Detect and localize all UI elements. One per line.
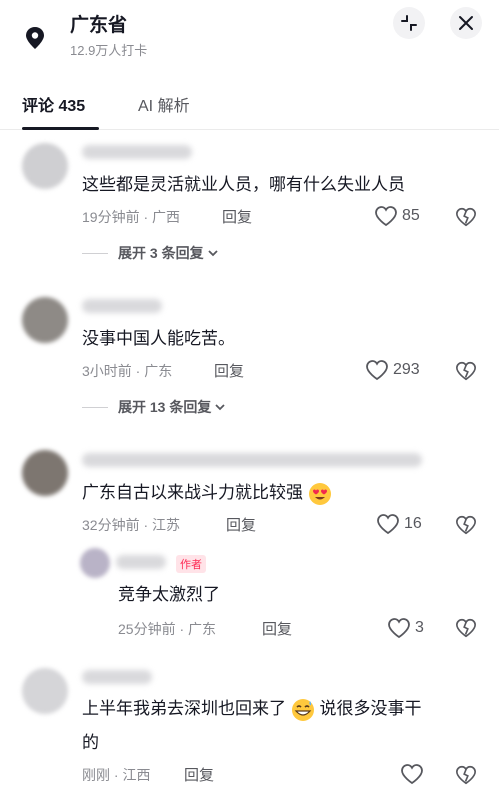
expand-replies-button[interactable]: 展开 3 条回复 xyxy=(82,243,219,263)
like-button[interactable]: 3 xyxy=(387,617,424,639)
username-blurred[interactable] xyxy=(116,555,166,569)
reply-button[interactable]: 回复 xyxy=(222,206,252,227)
comment-text-body: 广东自古以来战斗力就比较强 xyxy=(82,483,303,502)
reply-button[interactable]: 回复 xyxy=(226,514,256,535)
reply-button[interactable]: 回复 xyxy=(262,618,292,639)
like-count: 16 xyxy=(404,515,422,532)
reply-meta: 25分钟前 · 广东 xyxy=(118,621,217,637)
heart-outline-icon xyxy=(388,618,410,639)
username-blurred[interactable] xyxy=(82,299,162,313)
heart-outline-icon xyxy=(375,206,397,227)
like-count: 3 xyxy=(415,619,424,636)
heart-eyes-emoji xyxy=(308,482,331,505)
like-count: 293 xyxy=(393,361,420,378)
location-title[interactable]: 广东省 xyxy=(70,10,127,37)
comment-text-line1: 上半年我弟去深圳也回来了 xyxy=(82,699,286,718)
comment-meta: 32分钟前 · 江苏 xyxy=(82,517,181,533)
chevron-down-icon xyxy=(207,250,218,257)
like-button[interactable] xyxy=(400,763,424,785)
username-blurred[interactable] xyxy=(82,145,192,159)
reply-text: 竞争太激烈了 xyxy=(118,585,220,604)
avatar[interactable] xyxy=(80,548,110,578)
heart-outline-icon xyxy=(377,514,399,535)
comment-meta: 刚刚 · 江西 xyxy=(82,767,151,783)
broken-heart-icon[interactable] xyxy=(455,764,477,786)
reply-button[interactable]: 回复 xyxy=(214,360,244,381)
comment-text-line2: 的 xyxy=(82,733,99,752)
tab-comments[interactable]: 评论 435 xyxy=(22,92,85,116)
comment-text-line1-after: 说很多没事干 xyxy=(319,699,422,718)
username-blurred[interactable] xyxy=(82,453,422,467)
broken-heart-icon[interactable] xyxy=(455,360,477,382)
heart-outline-icon xyxy=(401,764,423,785)
checkin-count: 12.9万人打卡 xyxy=(70,43,148,58)
reply-button[interactable]: 回复 xyxy=(184,764,214,785)
avatar[interactable] xyxy=(22,143,68,189)
map-pin-icon xyxy=(26,27,44,49)
username-blurred[interactable] xyxy=(82,670,152,684)
expand-divider xyxy=(82,252,108,254)
comment-text: 这些都是灵活就业人员，哪有什么失业人员 xyxy=(82,175,405,194)
active-tab-indicator xyxy=(22,127,99,130)
tab-bar: 评论 435 AI 解析 xyxy=(0,84,499,130)
comment-text: 没事中国人能吃苦。 xyxy=(82,329,235,348)
broken-heart-icon[interactable] xyxy=(455,206,477,228)
collapse-icon xyxy=(401,15,417,31)
comment-text: 广东自古以来战斗力就比较强 xyxy=(82,480,332,506)
location-header: 广东省 12.9万人打卡 xyxy=(0,0,499,70)
avatar[interactable] xyxy=(22,297,68,343)
comment-text: 上半年我弟去深圳也回来了 说很多没事干 xyxy=(82,696,421,722)
like-button[interactable]: 16 xyxy=(376,513,422,535)
grinning-sweat-emoji xyxy=(291,698,314,721)
tab-ai-analysis[interactable]: AI 解析 xyxy=(138,92,190,116)
like-button[interactable]: 293 xyxy=(365,359,420,381)
close-icon xyxy=(459,16,473,30)
broken-heart-icon[interactable] xyxy=(455,514,477,536)
close-button[interactable] xyxy=(450,7,482,39)
author-badge: 作者 xyxy=(176,555,206,573)
expand-replies-button[interactable]: 展开 13 条回复 xyxy=(82,397,226,417)
chevron-down-icon xyxy=(215,404,225,411)
expand-label: 展开 13 条回复 xyxy=(118,399,212,415)
expand-divider xyxy=(82,406,108,408)
expand-label: 展开 3 条回复 xyxy=(118,245,204,261)
avatar[interactable] xyxy=(22,450,68,496)
broken-heart-icon[interactable] xyxy=(455,617,477,639)
collapse-button[interactable] xyxy=(393,7,425,39)
like-count: 85 xyxy=(402,207,420,224)
avatar[interactable] xyxy=(22,668,68,714)
heart-outline-icon xyxy=(366,360,388,381)
like-button[interactable]: 85 xyxy=(374,205,420,227)
comment-meta: 19分钟前 · 广西 xyxy=(82,209,181,225)
comment-meta: 3小时前 · 广东 xyxy=(82,363,173,379)
